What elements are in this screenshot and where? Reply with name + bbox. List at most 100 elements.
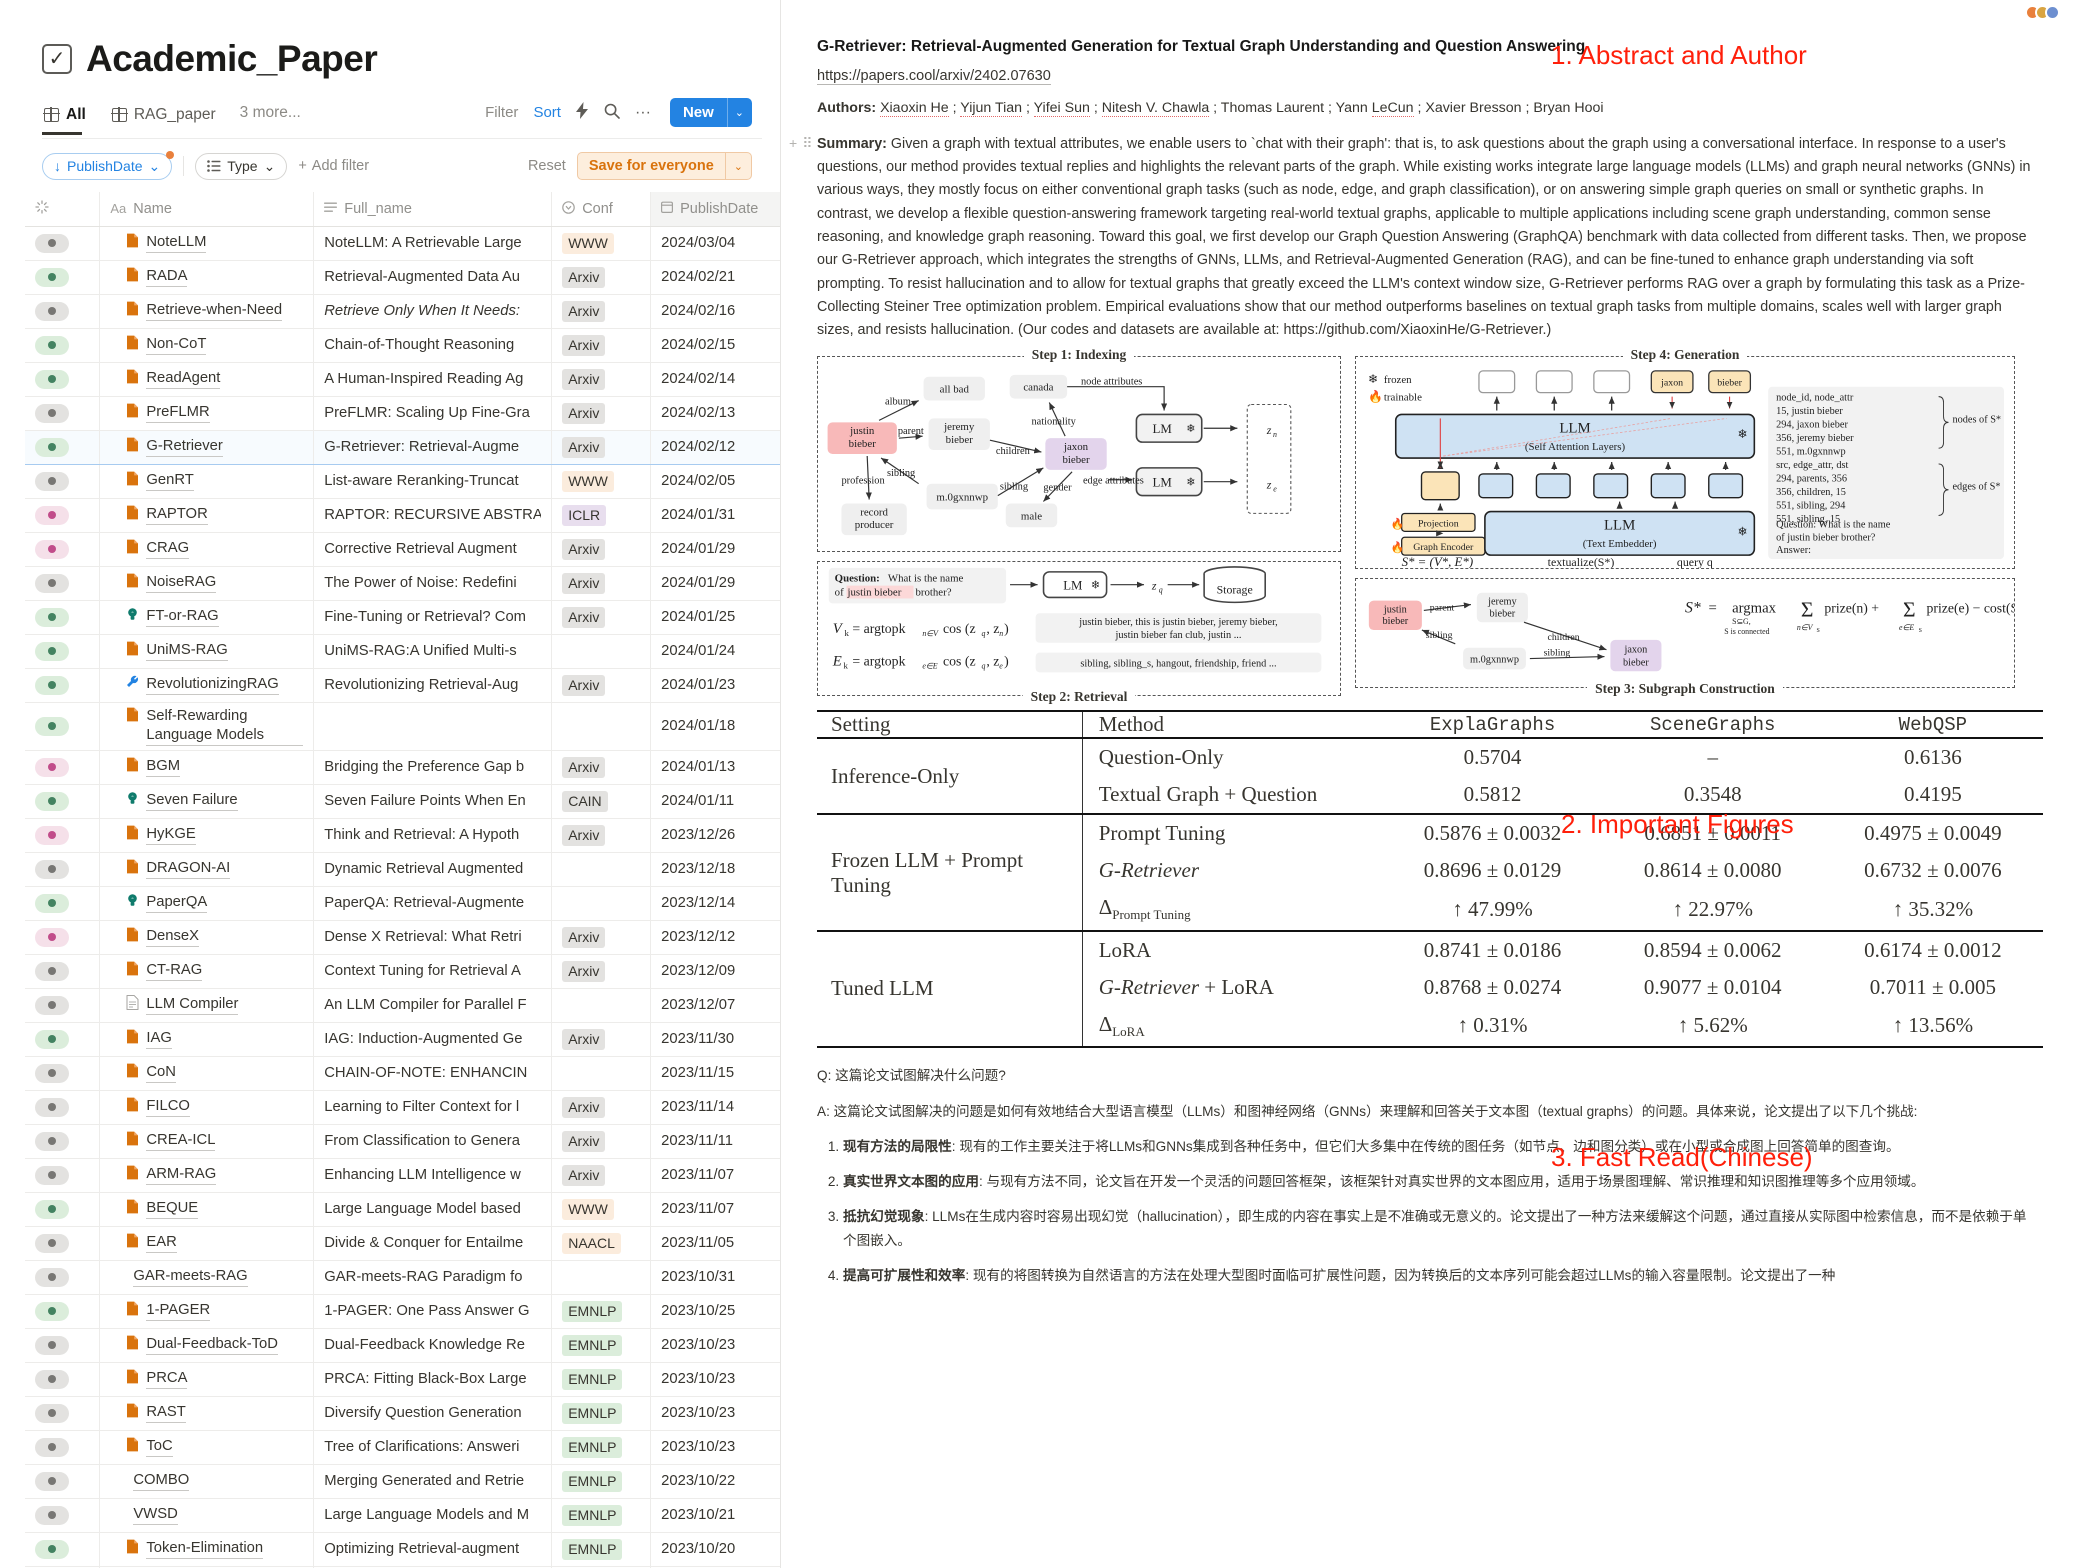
row-date-cell[interactable]: 2023/10/23: [650, 1396, 780, 1431]
row-name-cell[interactable]: GenRT: [99, 464, 315, 499]
save-for-everyone-button[interactable]: Save for everyone: [578, 153, 725, 179]
row-status-cell[interactable]: [25, 1328, 101, 1363]
table-row[interactable]: CoN CHAIN-OF-NOTE: ENHANCIN 2023/11/15: [25, 1056, 780, 1091]
row-fullname-cell[interactable]: CHAIN-OF-NOTE: ENHANCIN: [313, 1056, 553, 1091]
table-row[interactable]: BGM Bridging the Preference Gap b Arxiv 202…: [25, 750, 780, 785]
row-name-cell[interactable]: Token-Elimination: [99, 1532, 315, 1567]
row-date-cell[interactable]: 2024/01/23: [650, 668, 780, 703]
row-fullname-cell[interactable]: Retrieve Only When It Needs:: [313, 294, 553, 329]
row-name-cell[interactable]: NoteLLM: [99, 226, 315, 261]
table-row[interactable]: PaperQA PaperQA: Retrieval-Augmente 2023/1…: [25, 886, 780, 921]
row-status-cell[interactable]: [25, 1430, 101, 1465]
row-conf-cell[interactable]: WWW: [551, 464, 652, 499]
row-fullname-cell[interactable]: G-Retriever: Retrieval-Augme: [313, 429, 553, 465]
row-status-cell[interactable]: [25, 396, 101, 431]
row-date-cell[interactable]: 2024/02/14: [650, 362, 780, 397]
avatar-group[interactable]: [2025, 4, 2060, 20]
row-fullname-cell[interactable]: Divide & Conquer for Entailme: [313, 1226, 553, 1261]
row-conf-cell[interactable]: Arxiv: [551, 294, 652, 329]
row-name-cell[interactable]: GAR-meets-RAG: [99, 1260, 315, 1295]
row-status-cell[interactable]: [25, 498, 101, 533]
row-conf-cell[interactable]: Arxiv: [551, 328, 652, 363]
row-date-cell[interactable]: 2024/01/31: [650, 498, 780, 533]
row-conf-cell[interactable]: ICLR: [551, 498, 652, 533]
row-name-cell[interactable]: LLM Compiler: [99, 988, 315, 1023]
block-handles[interactable]: + ⠿: [789, 135, 812, 152]
row-conf-cell[interactable]: [551, 702, 652, 751]
row-name-cell[interactable]: PreFLMR: [99, 396, 315, 431]
table-row[interactable]: ARM-RAG Enhancing LLM Intelligence w Arxiv…: [25, 1158, 780, 1193]
reset-button[interactable]: Reset: [528, 158, 566, 174]
row-name-cell[interactable]: VWSD: [99, 1498, 315, 1533]
row-date-cell[interactable]: 2023/12/12: [650, 920, 780, 955]
row-status-cell[interactable]: [25, 852, 101, 887]
row-conf-cell[interactable]: Arxiv: [551, 920, 652, 955]
row-name-cell[interactable]: UniMS-RAG: [99, 634, 315, 669]
table-row[interactable]: DenseX Dense X Retrieval: What Retri Arxiv…: [25, 920, 780, 955]
row-fullname-cell[interactable]: Enhancing LLM Intelligence w: [313, 1158, 553, 1193]
row-conf-cell[interactable]: EMNLP: [551, 1464, 652, 1499]
row-date-cell[interactable]: 2024/02/16: [650, 294, 780, 329]
row-status-cell[interactable]: [25, 566, 101, 601]
row-name-cell[interactable]: PRCA: [99, 1362, 315, 1397]
row-conf-cell[interactable]: Arxiv: [551, 532, 652, 567]
view-tab-rag-paper[interactable]: RAG_paper: [110, 102, 226, 135]
row-date-cell[interactable]: 2023/10/22: [650, 1464, 780, 1499]
row-name-cell[interactable]: BEQUE: [99, 1192, 315, 1227]
row-fullname-cell[interactable]: Dense X Retrieval: What Retri: [313, 920, 553, 955]
row-name-cell[interactable]: DenseX: [99, 920, 315, 955]
row-fullname-cell[interactable]: Merging Generated and Retrie: [313, 1464, 553, 1499]
row-status-cell[interactable]: [25, 1226, 101, 1261]
row-conf-cell[interactable]: [551, 988, 652, 1023]
row-conf-cell[interactable]: Arxiv: [551, 668, 652, 703]
column-header-full-name[interactable]: Full_name: [313, 192, 553, 227]
row-status-cell[interactable]: [25, 886, 101, 921]
row-conf-cell[interactable]: Arxiv: [551, 1022, 652, 1057]
row-date-cell[interactable]: 2024/02/12: [650, 429, 780, 465]
row-status-cell[interactable]: [25, 1260, 101, 1295]
row-status-cell[interactable]: [25, 920, 101, 955]
row-status-cell[interactable]: [25, 784, 101, 819]
row-fullname-cell[interactable]: PreFLMR: Scaling Up Fine-Gra: [313, 396, 553, 431]
row-date-cell[interactable]: 2023/12/07: [650, 988, 780, 1023]
table-row[interactable]: RADA Retrieval-Augmented Data Au Arxiv 2024…: [25, 260, 780, 295]
row-date-cell[interactable]: 2023/11/07: [650, 1158, 780, 1193]
row-name-cell[interactable]: Non-CoT: [99, 328, 315, 363]
row-date-cell[interactable]: 2023/10/23: [650, 1362, 780, 1397]
row-conf-cell[interactable]: [551, 852, 652, 887]
table-row[interactable]: IAG IAG: Induction-Augmented Ge Arxiv 2023/…: [25, 1022, 780, 1057]
row-status-cell[interactable]: [25, 1158, 101, 1193]
row-conf-cell[interactable]: Arxiv: [551, 750, 652, 785]
row-fullname-cell[interactable]: Retrieval-Augmented Data Au: [313, 260, 553, 295]
row-fullname-cell[interactable]: List-aware Reranking-Truncat: [313, 464, 553, 499]
row-status-cell[interactable]: [25, 702, 101, 751]
row-conf-cell[interactable]: [551, 1056, 652, 1091]
row-date-cell[interactable]: 2023/10/23: [650, 1328, 780, 1363]
row-date-cell[interactable]: 2023/11/05: [650, 1226, 780, 1261]
row-date-cell[interactable]: 2024/01/29: [650, 532, 780, 567]
row-name-cell[interactable]: DRAGON-AI: [99, 852, 315, 887]
row-date-cell[interactable]: 2023/12/26: [650, 818, 780, 853]
row-status-cell[interactable]: [25, 362, 101, 397]
row-status-cell[interactable]: [25, 294, 101, 329]
table-row[interactable]: RevolutionizingRAG Revolutionizing Retrie…: [25, 668, 780, 703]
row-conf-cell[interactable]: [551, 1260, 652, 1295]
table-row[interactable]: FILCO Learning to Filter Context for l Arx…: [25, 1090, 780, 1125]
row-status-cell[interactable]: [25, 1294, 101, 1329]
row-name-cell[interactable]: RAST: [99, 1396, 315, 1431]
row-name-cell[interactable]: RADA: [99, 260, 315, 295]
row-fullname-cell[interactable]: Dual-Feedback Knowledge Re: [313, 1328, 553, 1363]
row-name-cell[interactable]: IAG: [99, 1022, 315, 1057]
row-conf-cell[interactable]: Arxiv: [551, 1158, 652, 1193]
row-conf-cell[interactable]: Arxiv: [551, 1124, 652, 1159]
row-fullname-cell[interactable]: Large Language Model based: [313, 1192, 553, 1227]
row-fullname-cell[interactable]: Learning to Filter Context for l: [313, 1090, 553, 1125]
save-caret-icon[interactable]: ⌄: [724, 153, 751, 179]
row-conf-cell[interactable]: Arxiv: [551, 600, 652, 635]
row-fullname-cell[interactable]: PaperQA: Retrieval-Augmente: [313, 886, 553, 921]
row-status-cell[interactable]: [25, 1498, 101, 1533]
table-row[interactable]: NoteLLM NoteLLM: A Retrievable Large WWW 20…: [25, 226, 780, 261]
row-name-cell[interactable]: CREA-ICL: [99, 1124, 315, 1159]
row-date-cell[interactable]: 2023/10/21: [650, 1498, 780, 1533]
row-conf-cell[interactable]: EMNLP: [551, 1362, 652, 1397]
